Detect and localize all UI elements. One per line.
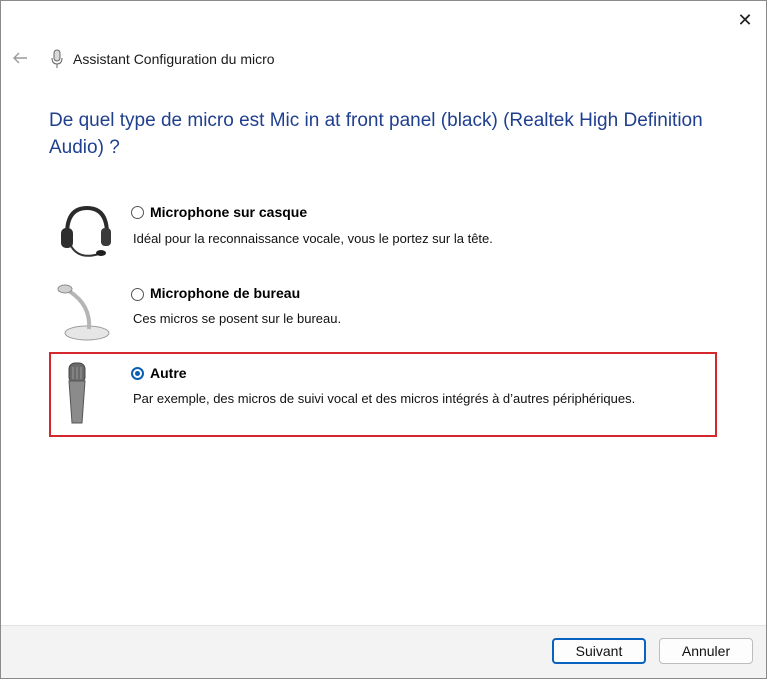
title-bar: Assistant Configuration du micro	[1, 43, 766, 75]
next-button[interactable]: Suivant	[552, 638, 646, 664]
option-other-description: Par exemple, des micros de suivi vocal e…	[133, 391, 636, 406]
option-other[interactable]: Autre Par exemple, des micros de suivi v…	[49, 359, 717, 429]
radio-desk[interactable]	[131, 288, 144, 301]
option-desk[interactable]: Microphone de bureau Ces micros se posen…	[49, 279, 717, 349]
button-bar: Suivant Annuler	[1, 625, 766, 678]
radio-other[interactable]	[131, 367, 144, 380]
handheld-microphone-icon	[68, 362, 86, 424]
cancel-button[interactable]: Annuler	[659, 638, 753, 664]
option-headset-description: Idéal pour la reconnaissance vocale, vou…	[133, 231, 493, 246]
close-button[interactable]: ✕	[730, 7, 760, 33]
arrow-left-icon[interactable]	[11, 49, 29, 67]
window-title: Assistant Configuration du micro	[73, 51, 275, 67]
option-headset-label: Microphone sur casque	[150, 204, 308, 220]
option-other-label: Autre	[150, 365, 187, 381]
radio-headset[interactable]	[131, 206, 144, 219]
option-headset[interactable]: Microphone sur casque Idéal pour la reco…	[49, 198, 717, 268]
option-desk-description: Ces micros se posent sur le bureau.	[133, 311, 342, 326]
microphone-icon	[51, 49, 63, 68]
wizard-window: ✕ Assistant Configuration du micro De qu…	[0, 0, 767, 679]
desk-microphone-icon	[57, 284, 110, 341]
close-icon: ✕	[737, 9, 753, 30]
headset-icon	[61, 205, 111, 257]
page-heading: De quel type de micro est Mic in at fron…	[49, 110, 703, 158]
option-desk-label: Microphone de bureau	[150, 285, 301, 301]
